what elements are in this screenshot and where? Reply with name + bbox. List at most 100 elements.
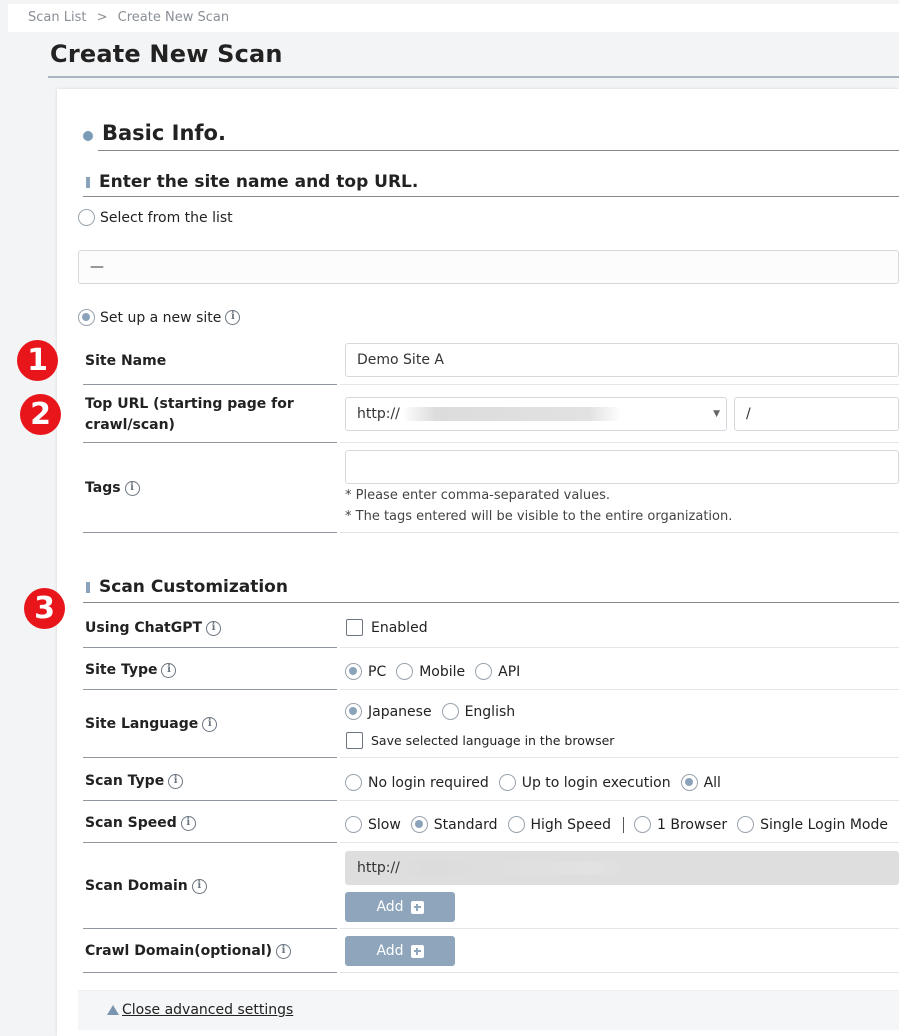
row-divider xyxy=(340,532,899,533)
basic-info-heading: Basic Info. xyxy=(102,121,226,145)
row-divider xyxy=(340,689,899,690)
row-divider xyxy=(340,757,899,758)
info-icon[interactable]: i xyxy=(202,716,218,732)
info-icon[interactable]: i xyxy=(276,943,292,959)
scan-speed-options: Slow Standard High Speed 1 Browser Singl… xyxy=(345,816,888,833)
new-site-option[interactable]: Set up a new site i xyxy=(78,309,241,326)
scan-type-all-radio[interactable] xyxy=(680,774,698,791)
site-name-input[interactable] xyxy=(345,343,899,377)
scan-type-no-login-radio[interactable] xyxy=(345,774,362,791)
info-icon[interactable]: i xyxy=(161,662,177,678)
save-language-option[interactable]: Save selected language in the browser xyxy=(346,732,614,749)
row-divider xyxy=(83,800,337,801)
language-english-radio[interactable] xyxy=(441,703,459,720)
tags-label: Tags xyxy=(85,480,121,496)
save-language-checkbox[interactable] xyxy=(346,732,363,749)
scan-type-no-login-label: No login required xyxy=(368,774,489,791)
advanced-settings-toggle[interactable]: Close advanced settings xyxy=(107,1002,293,1018)
info-icon[interactable]: i xyxy=(124,480,140,496)
scan-type-all-option[interactable]: All xyxy=(680,774,721,791)
speed-high-option[interactable]: High Speed xyxy=(507,816,612,833)
info-icon[interactable]: i xyxy=(191,878,207,894)
single-login-radio[interactable] xyxy=(737,816,755,833)
single-login-option[interactable]: Single Login Mode xyxy=(737,816,888,833)
site-select-dropdown[interactable]: — xyxy=(78,250,899,284)
scan-customization-rule xyxy=(83,602,899,603)
crawl-domain-add-button[interactable]: Add xyxy=(345,936,455,966)
row-divider xyxy=(340,972,899,973)
info-icon[interactable]: i xyxy=(206,620,222,636)
speed-slow-option[interactable]: Slow xyxy=(345,816,401,833)
new-site-radio[interactable] xyxy=(78,309,95,326)
speed-high-radio[interactable] xyxy=(507,816,525,833)
advanced-settings-bar: Close advanced settings xyxy=(78,990,899,1030)
save-language-label: Save selected language in the browser xyxy=(371,733,615,748)
site-type-mobile-radio[interactable] xyxy=(396,663,414,680)
row-divider xyxy=(340,647,899,648)
site-type-label: Site Type xyxy=(85,662,158,678)
speed-high-label: High Speed xyxy=(530,816,612,833)
breadcrumb-separator: > xyxy=(96,10,108,25)
site-language-label-group: Site Language i xyxy=(85,716,218,732)
scan-customization-heading: Scan Customization xyxy=(99,577,288,597)
tags-input[interactable] xyxy=(345,450,899,484)
title-divider xyxy=(48,76,899,78)
breadcrumb-current: Create New Scan xyxy=(117,10,230,25)
scan-domain-label-group: Scan Domain i xyxy=(85,878,207,894)
site-type-api-option[interactable]: API xyxy=(475,663,520,680)
scan-type-login-radio[interactable] xyxy=(498,774,516,791)
site-type-pc-option[interactable]: PC xyxy=(345,663,386,680)
row-divider xyxy=(340,800,899,801)
speed-slow-label: Slow xyxy=(368,816,401,833)
redacted-domain-blur xyxy=(397,861,627,875)
chatgpt-option[interactable]: Enabled xyxy=(346,619,428,636)
scan-type-login-option[interactable]: Up to login execution xyxy=(498,774,671,791)
speed-standard-option[interactable]: Standard xyxy=(410,816,498,833)
info-icon[interactable]: i xyxy=(225,310,241,325)
row-divider xyxy=(340,842,899,843)
scan-speed-label-group: Scan Speed i xyxy=(85,815,196,831)
breadcrumb-scan-list[interactable]: Scan List xyxy=(28,10,86,25)
scan-domain-add-button[interactable]: Add xyxy=(345,892,455,922)
section-dot-icon xyxy=(83,131,93,141)
info-icon[interactable]: i xyxy=(168,773,184,789)
scan-type-label: Scan Type xyxy=(85,773,165,789)
annotation-badge-1: 1 xyxy=(17,340,58,381)
crawl-domain-add-label: Add xyxy=(376,943,404,959)
speed-slow-radio[interactable] xyxy=(345,816,362,833)
language-japanese-radio[interactable] xyxy=(345,703,362,720)
row-divider xyxy=(83,442,337,443)
one-browser-label: 1 Browser xyxy=(657,816,728,833)
subheading-tick-icon xyxy=(86,177,90,188)
row-divider xyxy=(83,757,337,758)
site-type-options: PC Mobile API xyxy=(345,663,530,680)
one-browser-radio[interactable] xyxy=(634,816,652,833)
chatgpt-checkbox[interactable] xyxy=(346,619,363,636)
site-type-api-radio[interactable] xyxy=(475,663,493,680)
site-type-pc-radio[interactable] xyxy=(345,663,362,680)
site-subheading-rule xyxy=(83,196,899,197)
select-from-list-option[interactable]: Select from the list xyxy=(78,209,233,226)
row-divider xyxy=(340,384,899,385)
one-browser-option[interactable]: 1 Browser xyxy=(634,816,727,833)
scan-type-options: No login required Up to login execution … xyxy=(345,774,731,791)
row-divider xyxy=(340,928,899,929)
site-type-mobile-option[interactable]: Mobile xyxy=(396,663,465,680)
advanced-settings-link[interactable]: Close advanced settings xyxy=(122,1002,293,1018)
language-english-option[interactable]: English xyxy=(441,703,515,720)
crawl-domain-label: Crawl Domain(optional) xyxy=(85,943,273,959)
tags-note-comma: * Please enter comma-separated values. xyxy=(345,488,611,503)
top-url-path-input[interactable] xyxy=(734,397,899,431)
chatgpt-label: Using ChatGPT xyxy=(85,620,203,636)
chatgpt-label-group: Using ChatGPT i xyxy=(85,620,222,636)
scan-speed-label: Scan Speed xyxy=(85,815,177,831)
select-from-list-radio[interactable] xyxy=(78,209,95,226)
annotation-badge-2: 2 xyxy=(20,394,61,435)
scan-type-no-login-option[interactable]: No login required xyxy=(345,774,489,791)
site-name-label: Site Name xyxy=(85,353,167,369)
info-icon[interactable]: i xyxy=(180,815,196,831)
row-divider xyxy=(83,532,337,533)
site-type-api-label: API xyxy=(498,663,521,680)
language-japanese-option[interactable]: Japanese xyxy=(345,703,432,720)
speed-standard-radio[interactable] xyxy=(410,816,428,833)
